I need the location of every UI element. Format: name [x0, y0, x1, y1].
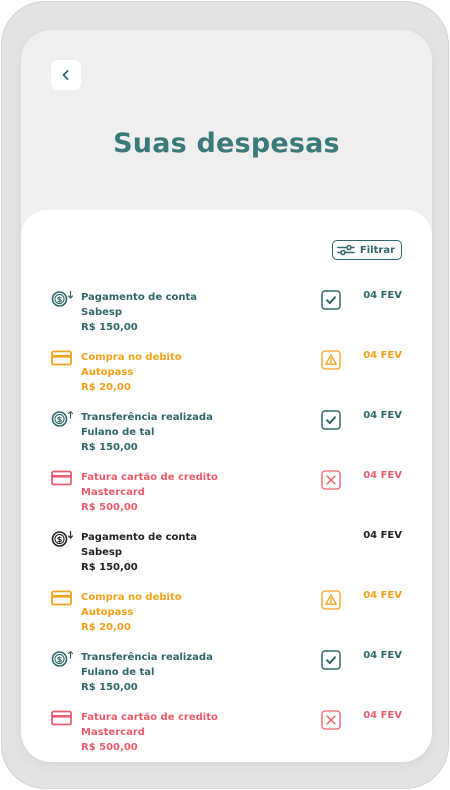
transaction-title: Transferência realizada — [81, 412, 213, 423]
check-box-icon — [321, 410, 341, 430]
transaction-amount: R$ 500,00 — [81, 502, 138, 513]
transaction-subtitle: Autopass — [81, 367, 134, 378]
transaction-subtitle: Autopass — [81, 607, 134, 618]
card-icon — [51, 469, 75, 489]
transaction-date: 04 FEV — [363, 350, 402, 361]
transaction-date: 04 FEV — [363, 530, 402, 541]
dollar-up-icon: $ — [51, 409, 75, 429]
card-icon — [51, 349, 75, 369]
transaction-row[interactable]: Compra no debito Autopass R$ 20,00 04 FEV — [51, 590, 402, 650]
transaction-amount: R$ 150,00 — [81, 322, 138, 333]
transaction-date: 04 FEV — [363, 710, 402, 721]
transaction-subtitle: Fulano de tal — [81, 427, 155, 438]
transaction-date: 04 FEV — [363, 290, 402, 301]
expenses-panel: Filtrar $ Pagamento de conta Sabesp R$ 150,… — [21, 210, 432, 762]
transaction-details: Pagamento de conta Sabesp R$ 150,00 — [81, 530, 197, 575]
card-icon — [51, 709, 75, 729]
transaction-details: Transferência realizada Fulano de tal R$ 1… — [81, 410, 213, 455]
transaction-amount: R$ 150,00 — [81, 682, 138, 693]
transaction-row[interactable]: $ Pagamento de conta Sabesp R$ 150,00 04 FEV — [51, 290, 402, 350]
filter-label: Filtrar — [359, 244, 395, 256]
transaction-details: Fatura cartão de credito Mastercard R$ 500… — [81, 710, 218, 755]
transaction-row[interactable]: $ Transferência realizada Fulano de tal R$ … — [51, 650, 402, 710]
transaction-title: Compra no debito — [81, 592, 182, 603]
transaction-list: $ Pagamento de conta Sabesp R$ 150,00 04 FEV… — [51, 290, 402, 762]
transaction-amount: R$ 500,00 — [81, 742, 138, 753]
transaction-subtitle: Sabesp — [81, 547, 123, 558]
transaction-row[interactable]: Fatura cartão de credito Mastercard R$ 500… — [51, 710, 402, 762]
transaction-details: Pagamento de conta Sabesp R$ 150,00 — [81, 290, 197, 335]
transaction-amount: R$ 150,00 — [81, 442, 138, 453]
card-icon — [51, 589, 75, 609]
warning-icon — [321, 590, 341, 610]
transaction-date: 04 FEV — [363, 650, 402, 661]
transaction-row[interactable]: $ Transferência realizada Fulano de tal R$ … — [51, 410, 402, 470]
transaction-subtitle: Sabesp — [81, 307, 123, 318]
svg-text:$: $ — [57, 295, 63, 304]
transaction-title: Fatura cartão de credito — [81, 712, 218, 723]
dollar-down-icon: $ — [51, 289, 75, 309]
transaction-title: Pagamento de conta — [81, 292, 198, 303]
svg-text:$: $ — [57, 655, 63, 664]
phone-frame: Suas despesas Filtrar $ Pagamento de cont… — [1, 1, 449, 789]
app-screen: Suas despesas Filtrar $ Pagamento de cont… — [21, 30, 432, 762]
filter-button[interactable]: Filtrar — [331, 240, 402, 260]
close-icon — [321, 470, 341, 490]
sliders-icon — [337, 244, 355, 256]
transaction-date: 04 FEV — [363, 590, 402, 601]
transaction-subtitle: Fulano de tal — [81, 667, 155, 678]
transaction-title: Fatura cartão de credito — [81, 472, 218, 483]
transaction-row[interactable]: Compra no debito Autopass R$ 20,00 04 FEV — [51, 350, 402, 410]
warning-icon — [321, 350, 341, 370]
svg-text:$: $ — [57, 535, 63, 544]
transaction-date: 04 FEV — [363, 410, 402, 421]
transaction-title: Transferência realizada — [81, 652, 213, 663]
transaction-subtitle: Mastercard — [81, 727, 145, 738]
transaction-title: Pagamento de conta — [81, 532, 198, 543]
transaction-amount: R$ 150,00 — [81, 562, 138, 573]
transaction-details: Fatura cartão de credito Mastercard R$ 500… — [81, 470, 218, 515]
transaction-title: Compra no debito — [81, 352, 182, 363]
transaction-subtitle: Mastercard — [81, 487, 145, 498]
check-box-icon — [321, 650, 341, 670]
check-box-icon — [321, 290, 341, 310]
transaction-details: Compra no debito Autopass R$ 20,00 — [81, 590, 182, 635]
transaction-details: Compra no debito Autopass R$ 20,00 — [81, 350, 182, 395]
chevron-left-icon — [62, 70, 69, 80]
page-title: Suas despesas — [113, 128, 340, 159]
dollar-down-icon: $ — [51, 529, 75, 549]
transaction-row[interactable]: Fatura cartão de credito Mastercard R$ 500… — [51, 470, 402, 530]
transaction-date: 04 FEV — [363, 470, 402, 481]
back-button[interactable] — [51, 60, 81, 90]
close-icon — [321, 710, 341, 730]
transaction-details: Transferência realizada Fulano de tal R$ 1… — [81, 650, 213, 695]
transaction-amount: R$ 20,00 — [81, 622, 131, 633]
dollar-up-icon: $ — [51, 649, 75, 669]
transaction-amount: R$ 20,00 — [81, 382, 131, 393]
svg-text:$: $ — [57, 415, 63, 424]
transaction-row[interactable]: $ Pagamento de conta Sabesp R$ 150,00 04 FEV — [51, 530, 402, 590]
